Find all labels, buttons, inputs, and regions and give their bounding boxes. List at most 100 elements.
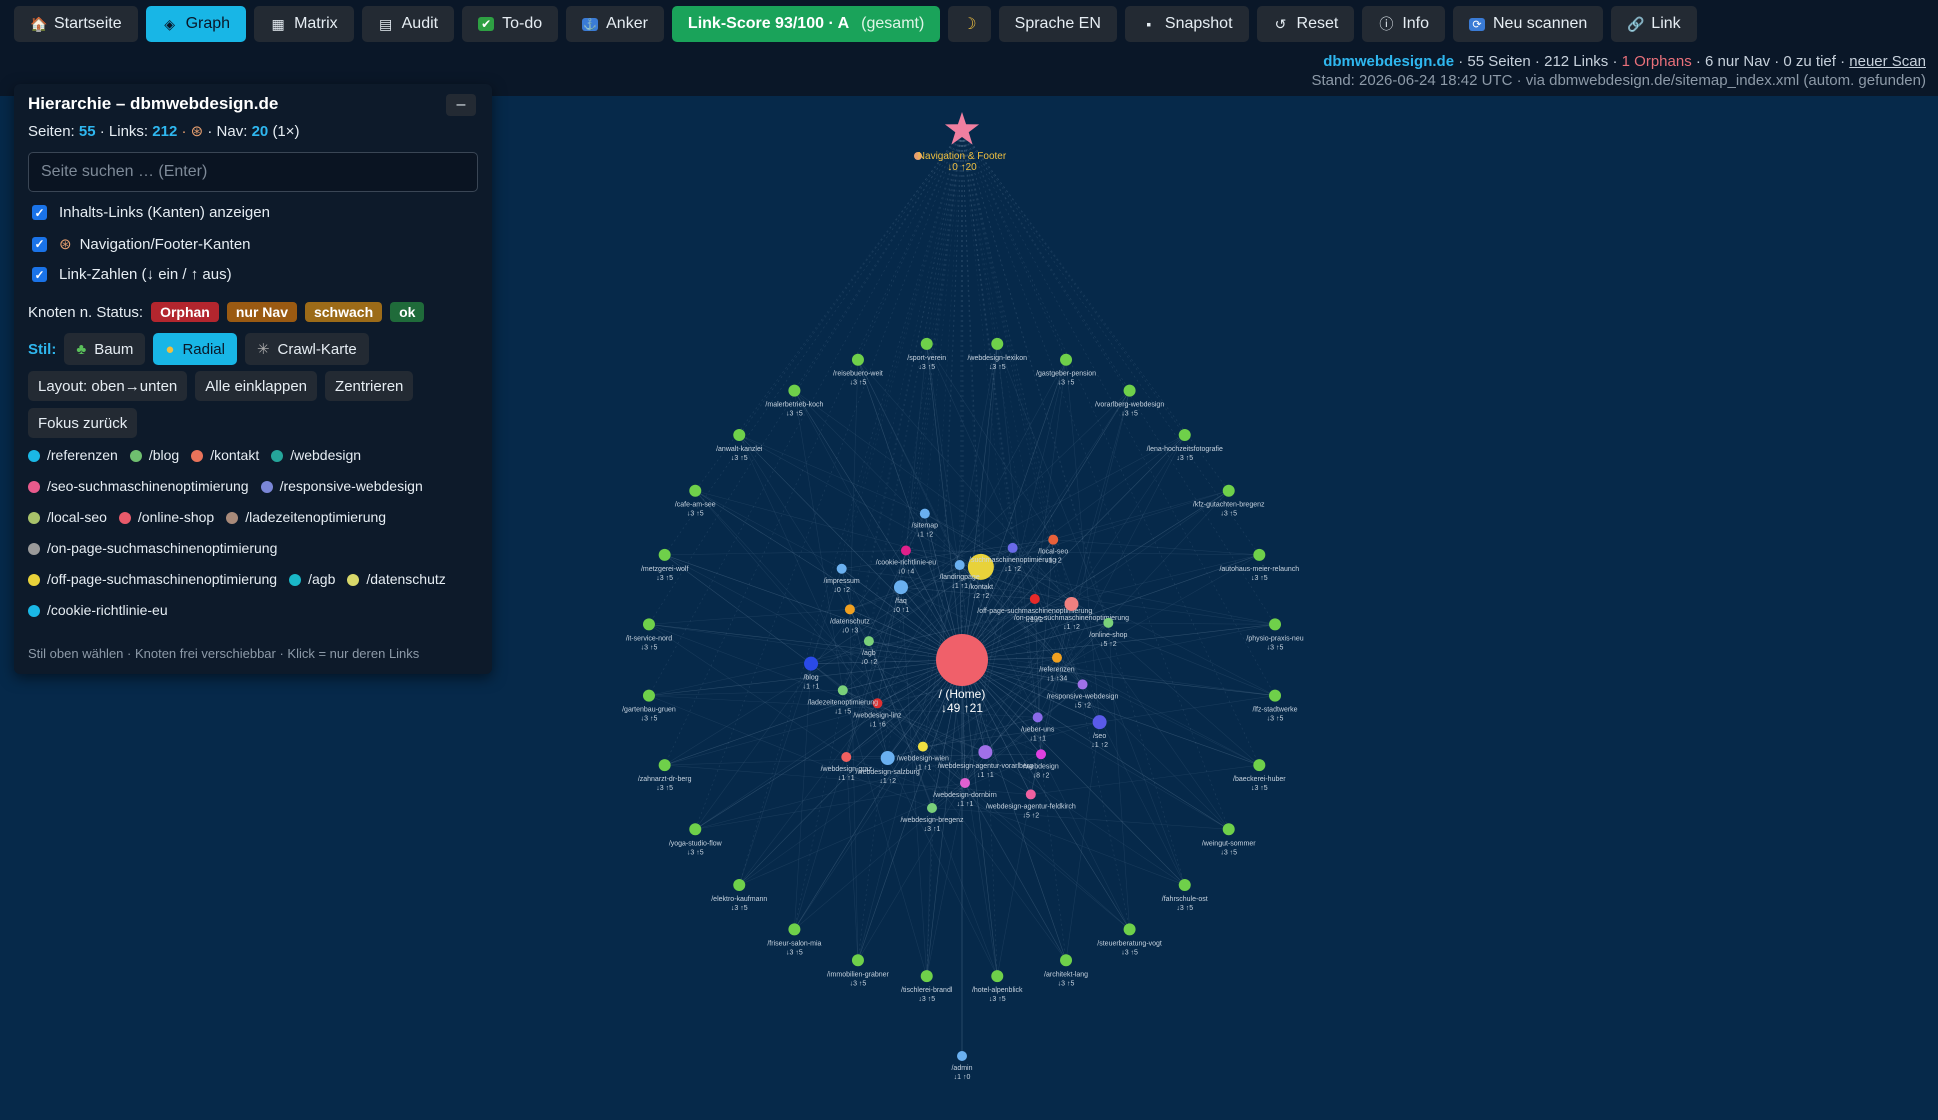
language-button[interactable]: Sprache EN	[998, 6, 1117, 42]
page-node[interactable]	[917, 741, 928, 752]
new-scan-link[interactable]: neuer Scan	[1849, 53, 1926, 70]
snapshot-button[interactable]: ▪ Snapshot	[1124, 6, 1249, 42]
page-node[interactable]	[1060, 353, 1073, 366]
page-node[interactable]	[1103, 617, 1114, 628]
page-node[interactable]	[863, 636, 874, 647]
collapse-panel-button[interactable]: –	[446, 94, 476, 116]
page-node[interactable]	[1092, 715, 1107, 730]
page-node[interactable]	[1253, 759, 1266, 772]
graph-button[interactable]: ◈ Graph	[145, 6, 247, 42]
page-node[interactable]	[733, 429, 746, 442]
nav-footer-edges-checkbox[interactable]: ✓ ⊛ Navigation/Footer-Kanten	[32, 235, 251, 253]
page-search-input[interactable]	[28, 152, 478, 192]
page-node[interactable]	[1029, 593, 1040, 604]
page-node[interactable]	[851, 954, 864, 967]
link-score-badge[interactable]: Link-Score 93/100 · A (gesamt)	[671, 6, 941, 42]
style-crawl-map-button[interactable]: ✳ Crawl-Karte	[244, 333, 369, 365]
legend-item[interactable]: /kontakt	[191, 446, 259, 465]
page-node[interactable]	[1178, 878, 1191, 891]
status-orphan-pill[interactable]: Orphan	[151, 302, 219, 322]
legend-item[interactable]: /local-seo	[28, 508, 107, 527]
audit-button[interactable]: ▤ Audit	[361, 6, 455, 42]
todo-button[interactable]: ✔ To-do	[462, 6, 559, 42]
page-node[interactable]	[836, 563, 847, 574]
center-button[interactable]: Zentrieren	[325, 371, 414, 401]
legend-item[interactable]: /datenschutz	[347, 570, 446, 589]
content-links-checkbox[interactable]: ✓ Inhalts-Links (Kanten) anzeigen	[32, 204, 270, 221]
legend-item[interactable]: /cookie-richtlinie-eu	[28, 601, 168, 620]
page-node[interactable]	[1269, 689, 1282, 702]
page-node[interactable]	[1025, 789, 1036, 800]
focus-back-button[interactable]: Fokus zurück	[28, 408, 138, 438]
legend-item[interactable]: /off-page-suchmaschinenoptimierung	[28, 570, 277, 589]
page-node[interactable]	[642, 689, 655, 702]
page-node[interactable]	[893, 580, 908, 595]
home-node[interactable]	[936, 634, 988, 686]
page-node[interactable]	[927, 802, 938, 813]
legend-item[interactable]: /agb	[289, 570, 335, 589]
collapse-all-button[interactable]: Alle einklappen	[195, 371, 318, 401]
page-node[interactable]	[954, 560, 965, 571]
legend-item[interactable]: /ladezeitenoptimierung	[226, 508, 386, 527]
style-tree-button[interactable]: ♣ Baum	[64, 333, 146, 365]
reset-button[interactable]: ↺ Reset	[1256, 6, 1355, 42]
page-node[interactable]	[900, 545, 911, 556]
page-node[interactable]	[642, 618, 655, 631]
page-node[interactable]	[1253, 548, 1266, 561]
page-node[interactable]	[1048, 534, 1059, 545]
page-node[interactable]	[920, 970, 933, 983]
legend-item[interactable]: /webdesign	[271, 446, 361, 465]
legend-item[interactable]: /on-page-suchmaschinenoptimierung	[28, 539, 277, 558]
page-node[interactable]	[1032, 712, 1043, 723]
status-nav-only-pill[interactable]: nur Nav	[226, 302, 297, 322]
matrix-button[interactable]: ▦ Matrix	[254, 6, 354, 42]
page-node[interactable]	[978, 745, 993, 760]
page-node[interactable]	[1051, 652, 1062, 663]
page-node[interactable]	[1269, 618, 1282, 631]
page-node[interactable]	[658, 548, 671, 561]
legend-item[interactable]: /seo-suchmaschinenoptimierung	[28, 477, 249, 496]
legend-item[interactable]: /responsive-webdesign	[260, 477, 423, 496]
page-node[interactable]	[960, 777, 971, 788]
theme-toggle-button[interactable]: ☽	[948, 6, 991, 42]
page-node[interactable]	[880, 751, 895, 766]
page-node[interactable]	[733, 878, 746, 891]
page-node[interactable]	[1036, 749, 1047, 760]
page-node[interactable]	[837, 685, 848, 696]
page-node[interactable]	[1123, 384, 1136, 397]
page-node[interactable]	[689, 484, 702, 497]
page-node[interactable]	[919, 508, 930, 519]
legend-item[interactable]: /referenzen	[28, 446, 118, 465]
page-node[interactable]	[957, 1051, 967, 1061]
status-weak-pill[interactable]: schwach	[304, 302, 383, 322]
style-radial-button[interactable]: ● Radial	[153, 333, 237, 365]
page-node[interactable]	[1060, 954, 1073, 967]
page-node[interactable]	[1077, 679, 1088, 690]
legend-item[interactable]: /blog	[129, 446, 179, 465]
page-node[interactable]	[991, 970, 1004, 983]
page-node[interactable]	[844, 604, 855, 615]
nav-footer-star-icon[interactable]	[944, 112, 980, 145]
rescan-button[interactable]: ⟳ Neu scannen	[1453, 6, 1604, 42]
page-node[interactable]	[689, 823, 702, 836]
page-node[interactable]	[788, 384, 801, 397]
page-node[interactable]	[1222, 484, 1235, 497]
info-button[interactable]: ⓘ Info	[1362, 6, 1445, 42]
page-node[interactable]	[1178, 429, 1191, 442]
startseite-button[interactable]: 🏠 Startseite	[14, 6, 138, 42]
page-node[interactable]	[788, 923, 801, 936]
anker-button[interactable]: ⚓ Anker	[566, 6, 664, 42]
link-counts-checkbox[interactable]: ✓ Link-Zahlen (↓ ein / ↑ aus)	[32, 266, 232, 283]
page-node[interactable]	[920, 337, 933, 350]
link-button[interactable]: 🔗 Link	[1611, 6, 1697, 42]
page-node[interactable]	[1064, 596, 1079, 611]
page-node[interactable]	[1123, 923, 1136, 936]
page-node[interactable]	[658, 759, 671, 772]
page-node[interactable]	[1222, 823, 1235, 836]
page-node[interactable]	[804, 656, 819, 671]
page-node[interactable]	[991, 337, 1004, 350]
page-node[interactable]	[851, 353, 864, 366]
site-name[interactable]: dbmwebdesign.de	[1323, 53, 1454, 70]
layout-direction-button[interactable]: Layout: oben→unten	[28, 371, 188, 401]
legend-item[interactable]: /online-shop	[118, 508, 214, 527]
